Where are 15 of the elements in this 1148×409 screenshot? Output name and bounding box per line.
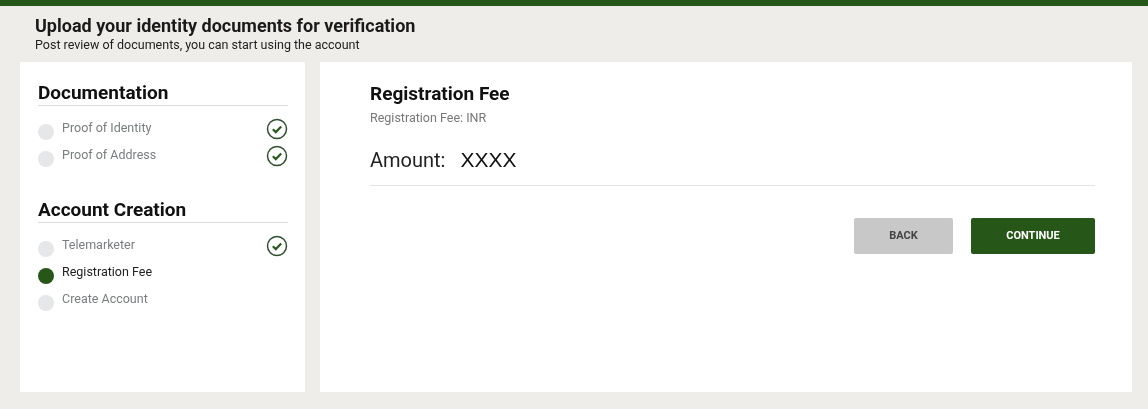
page-subtitle: Post review of documents, you can start using the account (35, 37, 361, 52)
back-button[interactable]: BACK (854, 218, 953, 255)
page-title: Upload your identity documents for verification (35, 15, 417, 37)
fee-text: Registration Fee: INR (370, 109, 488, 127)
amount-label: Amount: (370, 146, 446, 174)
step-label[interactable]: Proof of Address (62, 146, 266, 165)
step-label[interactable]: Create Account (62, 290, 288, 309)
amount-value: XXXX (460, 146, 517, 173)
section-title: Documentation (38, 82, 288, 106)
content-title: Registration Fee (370, 82, 511, 106)
section-title: Account Creation (38, 199, 288, 223)
step-label[interactable]: Telemarketer (62, 236, 266, 255)
step-label[interactable]: Registration Fee (62, 263, 288, 282)
step-label[interactable]: Proof of Identity (62, 119, 266, 138)
continue-button[interactable]: CONTINUE (971, 218, 1095, 255)
